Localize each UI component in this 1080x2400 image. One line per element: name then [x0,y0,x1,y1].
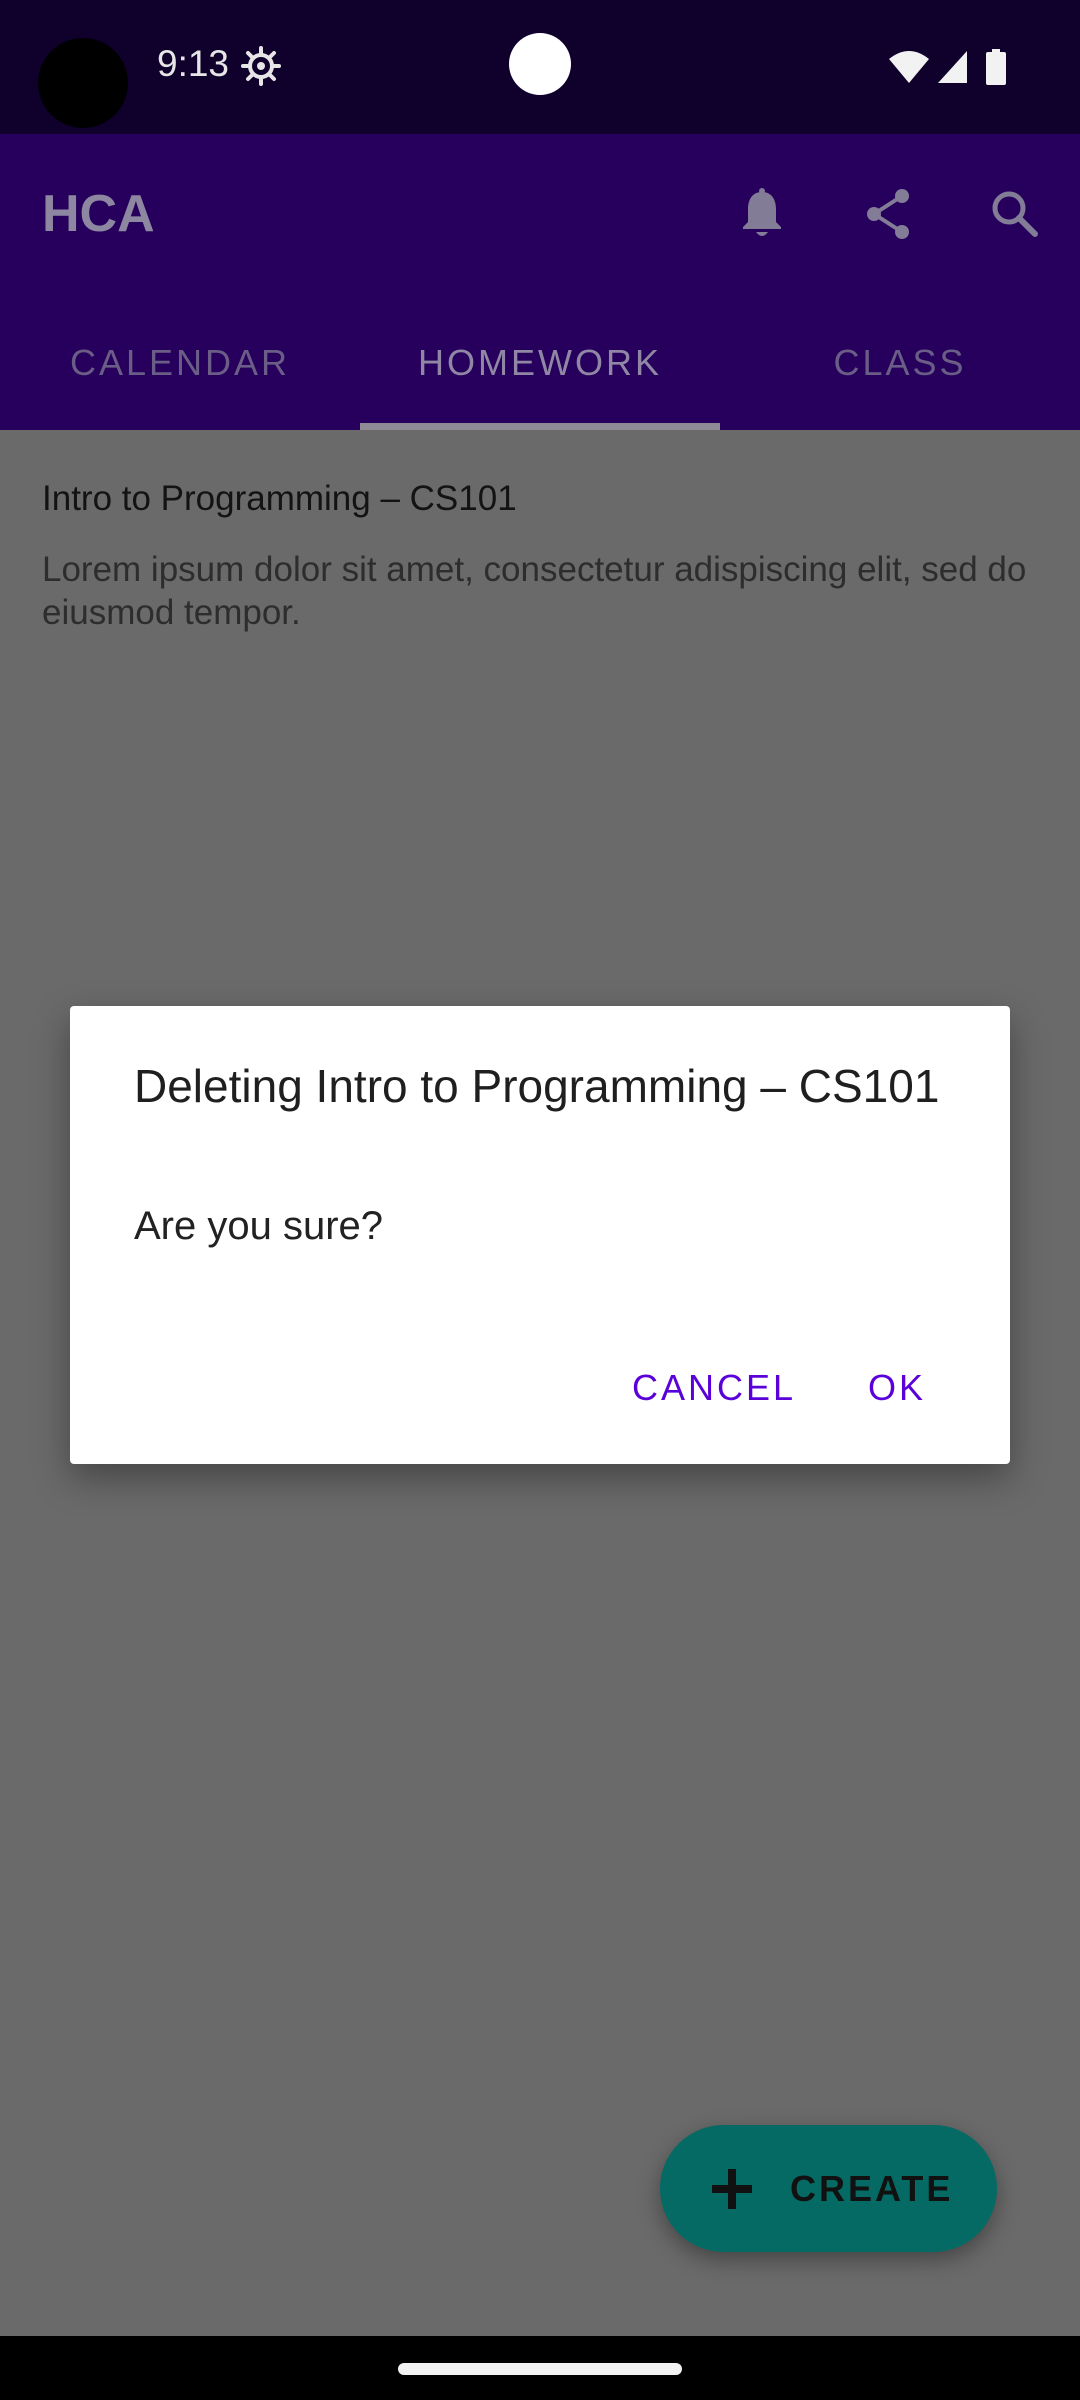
tab-bar: CALENDAR HOMEWORK CLASS [0,300,1080,430]
share-icon[interactable] [858,184,918,244]
navigation-bar [0,2336,1080,2400]
front-camera-dot [509,33,571,95]
selected-tab-indicator [360,423,720,430]
cancel-button[interactable]: CANCEL [632,1346,796,1430]
homework-item-title[interactable]: Intro to Programming – CS101 [42,476,517,522]
dialog-title: Deleting Intro to Programming – CS101 [134,1060,940,1112]
plus-icon [712,2169,752,2209]
tab-homework[interactable]: HOMEWORK [360,300,720,430]
home-gesture-handle[interactable] [398,2363,682,2375]
tab-calendar[interactable]: CALENDAR [0,300,360,430]
create-button-label: CREATE [790,2168,954,2209]
bell-icon[interactable] [732,184,792,244]
status-bar: 9:13 [0,0,1080,134]
app-bar: HCA CALENDAR HOMEWORK CLASS [0,134,1080,430]
ok-button[interactable]: OK [868,1346,926,1430]
search-icon[interactable] [985,184,1045,244]
tab-class[interactable]: CLASS [720,300,1080,430]
dialog-message: Are you sure? [134,1204,384,1248]
create-button[interactable]: CREATE [660,2125,997,2252]
settings-icon [241,46,281,86]
delete-confirmation-dialog: Deleting Intro to Programming – CS101 Ar… [70,1006,1010,1464]
status-time: 9:13 [157,43,230,84]
camera-cutout [38,38,128,128]
homework-item-description: Lorem ipsum dolor sit amet, consectetur … [42,550,1027,632]
wifi-icon [889,51,929,83]
signal-icon [938,51,967,83]
battery-icon [986,49,1006,85]
app-title: HCA [42,185,155,243]
